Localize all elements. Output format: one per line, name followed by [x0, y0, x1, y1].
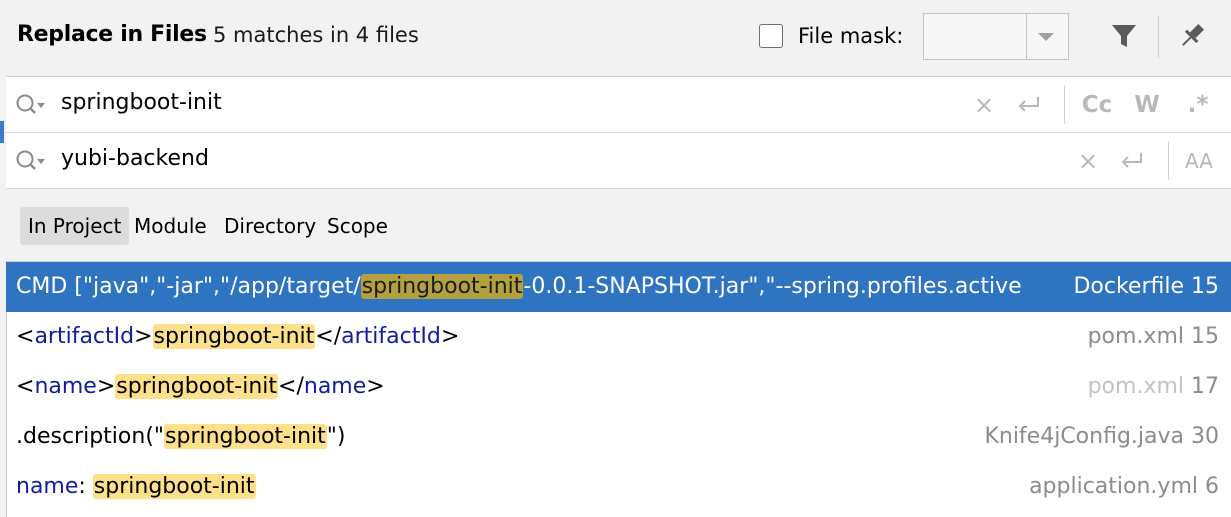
match-highlight: springboot-init — [115, 374, 279, 399]
preserve-case-toggle[interactable]: AA — [1182, 147, 1216, 175]
result-line: 6 — [1205, 474, 1219, 499]
scope-bar: In Project Module Directory Scope — [6, 189, 1231, 262]
chevron-down-icon[interactable] — [1038, 33, 1054, 41]
tab-directory[interactable]: Directory — [216, 207, 324, 245]
tab-in-project[interactable]: In Project — [20, 207, 130, 245]
result-file: pom.xml — [1087, 324, 1184, 349]
tab-scope[interactable]: Scope — [319, 207, 396, 245]
edge-marker — [0, 121, 4, 143]
result-row[interactable]: <name>springboot-init</name> pom.xml 17 — [6, 362, 1231, 412]
match-highlight: springboot-init — [164, 424, 327, 449]
result-line: 30 — [1191, 424, 1219, 449]
new-line-icon[interactable] — [1117, 147, 1147, 175]
find-row: springboot-init × Cc W .* — [6, 77, 1231, 133]
tab-module[interactable]: Module — [126, 207, 215, 245]
replace-in-files-dialog: Replace in Files 5 matches in 4 files Fi… — [0, 0, 1231, 517]
new-line-icon[interactable] — [1014, 91, 1044, 119]
result-file: pom.xml — [1087, 374, 1184, 399]
clear-icon[interactable]: × — [972, 91, 996, 119]
regex-toggle[interactable]: .* — [1183, 91, 1213, 119]
result-file: application.yml — [1029, 474, 1198, 499]
search-history-icon[interactable] — [15, 92, 51, 118]
dialog-header: Replace in Files 5 matches in 4 files Fi… — [6, 0, 1231, 77]
result-line: 15 — [1191, 274, 1219, 299]
pin-icon[interactable] — [1176, 20, 1208, 52]
match-highlight: springboot-init — [360, 274, 524, 299]
file-mask-checkbox[interactable] — [759, 24, 783, 48]
dialog-title: Replace in Files — [17, 22, 207, 47]
result-row[interactable]: .description("springboot-init") Knife4jC… — [6, 412, 1231, 462]
result-row[interactable]: name: springboot-init application.yml 6 — [6, 462, 1231, 512]
result-line: 15 — [1191, 324, 1219, 349]
result-row[interactable]: <artifactId>springboot-init</artifactId>… — [6, 312, 1231, 362]
result-file: Knife4jConfig.java — [984, 424, 1184, 449]
filter-icon[interactable] — [1109, 21, 1139, 51]
match-count: 5 matches in 4 files — [213, 23, 419, 47]
result-line: 17 — [1191, 374, 1219, 399]
find-input[interactable]: springboot-init — [61, 90, 222, 115]
replace-history-icon[interactable] — [15, 148, 51, 174]
match-highlight: springboot-init — [152, 324, 316, 349]
match-highlight: springboot-init — [92, 474, 256, 499]
clear-icon[interactable]: × — [1076, 147, 1100, 175]
file-mask-label[interactable]: File mask: — [798, 24, 903, 48]
result-row[interactable]: CMD ["java","-jar","/app/target/springbo… — [6, 262, 1231, 312]
replace-input[interactable]: yubi-backend — [61, 146, 209, 171]
match-case-toggle[interactable]: Cc — [1079, 91, 1115, 119]
replace-row: yubi-backend × AA — [6, 133, 1231, 189]
result-file: Dockerfile — [1073, 274, 1184, 299]
file-mask-combo[interactable] — [923, 13, 1069, 60]
whole-words-toggle[interactable]: W — [1132, 91, 1162, 119]
